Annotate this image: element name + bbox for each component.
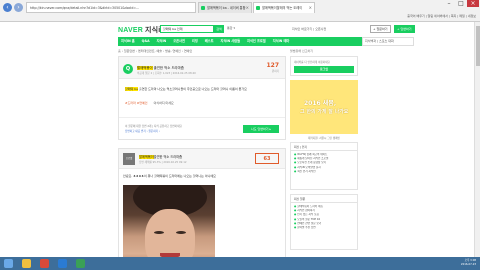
search-button[interactable]: 검색 xyxy=(214,25,224,33)
naver-logo[interactable]: NAVER 지식iN xyxy=(118,25,166,35)
close-window-icon[interactable]: × xyxy=(467,0,479,7)
login-hint: 네이버를 더 안전하게 이용하세요 xyxy=(294,61,330,64)
report-link[interactable]: 불법유해 신고하기 xyxy=(290,49,313,53)
start-icon[interactable] xyxy=(4,259,13,268)
notice-tabs[interactable]: 최신 | 인기 xyxy=(291,143,357,151)
system-clock[interactable]: 오후 3:08 2016-07-23 xyxy=(461,259,476,267)
list-item[interactable]: ●최신 인기 지식인 xyxy=(294,170,354,174)
promo-banner[interactable]: 2016 새봄, 그 한의 가게 잘 나가요 xyxy=(290,80,358,134)
browser-chrome: ‹ › http://kin.naver.com/qna/detail.nhn?… xyxy=(0,0,480,22)
page-scrollbar[interactable] xyxy=(474,22,480,257)
taskbar: 오후 3:08 2016-07-23 xyxy=(0,257,480,270)
nav-item-kin[interactable]: 지식iN xyxy=(154,37,170,46)
nav-item-dictionary[interactable]: 오픈사전 xyxy=(170,37,188,46)
question-body: 할매떡 ba 출연한 드라마 나오는 먹소할머니들이 주인공으로 나오는 드라마… xyxy=(125,87,281,91)
question-footer: 이 질문에 대한 답변 2개 | 지식 공유하고 답변하세요 답변하고 내공 받… xyxy=(119,117,285,141)
nav-item-home[interactable]: 지식iN 홈 xyxy=(118,37,138,46)
question-footer-link[interactable]: 답변하고 내공 받기 › 질문하기 › xyxy=(125,129,160,133)
question-panel: Q 할매떡볶이 출연한 먹소 드라마좀 비공개 질문 2 | 조회수 1,023… xyxy=(118,56,286,140)
login-button[interactable]: 로그인 xyxy=(294,66,354,73)
tab-search[interactable]: 할매떡볶이 ba - 네이버 통합 × xyxy=(198,2,252,13)
list-item[interactable]: ●분야별 추천 답변 xyxy=(294,226,354,230)
nav-item-people[interactable]: 지식iN 사람들 xyxy=(218,37,244,46)
ie-icon[interactable] xyxy=(58,259,67,268)
answer-button[interactable]: 나도 답변하기 ▸ xyxy=(243,125,279,133)
latest-questions-box: 최신 질문 ●할매떡볶이 드라마 이름 ●지식인 참여하기 ●인기 있는 지식 … xyxy=(290,194,358,250)
answer-title: 할매떡볶이출연한 먹소 드라마좀 xyxy=(139,154,182,159)
maximize-icon[interactable]: □ xyxy=(455,0,467,7)
clock-date: 2016-07-23 xyxy=(460,263,476,266)
naver-favicon-icon xyxy=(256,6,260,10)
logo-naver: NAVER xyxy=(118,27,143,34)
question-meta: 비공개 질문 2 | 조회수 1,023 | 2016.02.25 08:40 xyxy=(137,72,196,75)
naver-favicon-icon xyxy=(201,6,205,10)
nav-item-theme[interactable]: 지식iN 테마 xyxy=(270,37,293,46)
question-title-highlight: 할매떡볶이 xyxy=(137,66,153,70)
header-links[interactable]: 지식인 바로가기 | 오픈사전 xyxy=(292,27,326,31)
app-icon[interactable] xyxy=(40,259,49,268)
tab-label: 할매떡볶이할매의 먹는 도레이 xyxy=(262,6,303,10)
avatar[interactable]: 프로필 xyxy=(123,153,135,165)
question-votes[interactable]: 127 원하기 xyxy=(266,62,279,73)
search-input[interactable]: 할매떡 ba 인제 xyxy=(160,25,214,33)
login-box: 네이버를 더 안전하게 이용하세요 로그인 xyxy=(290,56,358,76)
answer-header: 프로필 할매떡볶이출연한 먹소 드라마좀 답변 채택률 95.3% | 2016… xyxy=(119,149,285,169)
question-body-highlight: 할매떡 ba xyxy=(125,87,138,91)
question-tags[interactable]: #드라마 #연예인 의식하지 마세요 xyxy=(125,101,174,105)
gnb-links[interactable]: 중국어 배우기 | 알림 네이버에서 | 쪽지 | 메일 | 내정보 xyxy=(407,14,476,18)
explorer-icon[interactable] xyxy=(22,259,31,268)
banner-line2: 그 한의 가게 잘 나가요 xyxy=(300,109,349,115)
scrollbar-thumb[interactable] xyxy=(476,26,480,66)
answer-title-rest: 출연한 먹소 드라마좀 xyxy=(153,155,183,159)
close-tab-icon[interactable]: × xyxy=(246,3,249,13)
nav-item-profile[interactable]: 지식인 프로필 xyxy=(244,37,269,46)
category-nav-right[interactable]: 지식백과 | 스포츠 대화 xyxy=(362,37,414,46)
banner-line1: 2016 새봄, xyxy=(304,100,337,107)
nav-item-qna[interactable]: Q&A xyxy=(139,37,153,46)
answer-header-button[interactable]: + 답변하기 xyxy=(394,25,415,33)
question-vote-count: 127 xyxy=(266,62,279,69)
answer-body: 안녕요. ♠♠♠♠이 뭐나 할매떡볶이 드라마에는 나오는 할머니는 아니에요 xyxy=(123,174,216,178)
tag-extra: 의식하지 마세요 xyxy=(153,101,174,105)
minimize-icon[interactable]: – xyxy=(443,0,455,7)
photo-eye xyxy=(176,231,186,234)
address-bar[interactable]: http://kin.naver.com/qna/detail.nhn?d1id… xyxy=(26,2,196,13)
search-type-select[interactable]: 통합 ▾ xyxy=(227,26,235,30)
notice-box: 최신 | 인기 ●Wi-Fi와 함께 최고의 데이트 ●새롭게 달라진 지식인 … xyxy=(290,142,358,190)
forward-icon[interactable]: › xyxy=(14,3,23,12)
latest-questions-tab[interactable]: 최신 질문 xyxy=(291,195,357,203)
tab-label: 할매떡볶이 ba - 네이버 통합 xyxy=(207,6,246,10)
app-icon[interactable] xyxy=(76,259,85,268)
answer-vote-button[interactable]: 63 xyxy=(255,153,279,164)
tag-list[interactable]: #드라마 #연예인 xyxy=(125,101,148,105)
answer-panel: 프로필 할매떡볶이출연한 먹소 드라마좀 답변 채택률 95.3% | 2016… xyxy=(118,148,286,270)
category-nav: 지식iN 홈 Q&A 지식iN 오픈사전 리빙 베스트 지식iN 사람들 지식인… xyxy=(118,37,362,46)
answer-meta: 답변 채택률 95.3% | 2016.02.25 09:12 xyxy=(139,161,187,164)
close-tab-icon[interactable]: × xyxy=(309,3,312,13)
write-question-button[interactable]: + 질문하기 xyxy=(370,25,391,33)
banner-caption: 제작지원: 서울시 그린 캠페인 xyxy=(308,137,340,140)
breadcrumb[interactable]: 홈 › 질문답변 › 엔터테인먼트, 예술 › 방송, 연예인 › 연예인 xyxy=(118,49,192,53)
back-icon[interactable]: ‹ xyxy=(3,3,12,12)
nav-item-best[interactable]: 베스트 xyxy=(202,37,217,46)
question-header: Q 할매떡볶이 출연한 먹소 드라마좀 비공개 질문 2 | 조회수 1,023… xyxy=(119,57,285,79)
question-icon: Q xyxy=(123,64,133,74)
photo-eye xyxy=(154,231,164,234)
site-header: NAVER 지식iN 할매떡 ba 인제 검색 통합 ▾ 지식인 바로가기 | 오… xyxy=(0,22,480,36)
nav-item-living[interactable]: 리빙 xyxy=(189,37,201,46)
question-title: 할매떡볶이 출연한 먹소 드라마좀 xyxy=(137,65,184,70)
tab-kin[interactable]: 할매떡볶이할매의 먹는 도레이 × xyxy=(253,2,315,13)
question-vote-label: 원하기 xyxy=(271,70,279,73)
answer-title-highlight: 할매떡볶이 xyxy=(139,155,154,159)
question-body-text: 출연한 드라마 나오는 먹소할머니들이 주인공으로 나오는 드라마 할머니 이름… xyxy=(137,87,247,91)
question-footer-note: 이 질문에 대한 답변 2개 | 지식 공유하고 답변하세요 xyxy=(125,125,182,128)
question-title-rest: 출연한 먹소 드라마좀 xyxy=(152,66,184,70)
